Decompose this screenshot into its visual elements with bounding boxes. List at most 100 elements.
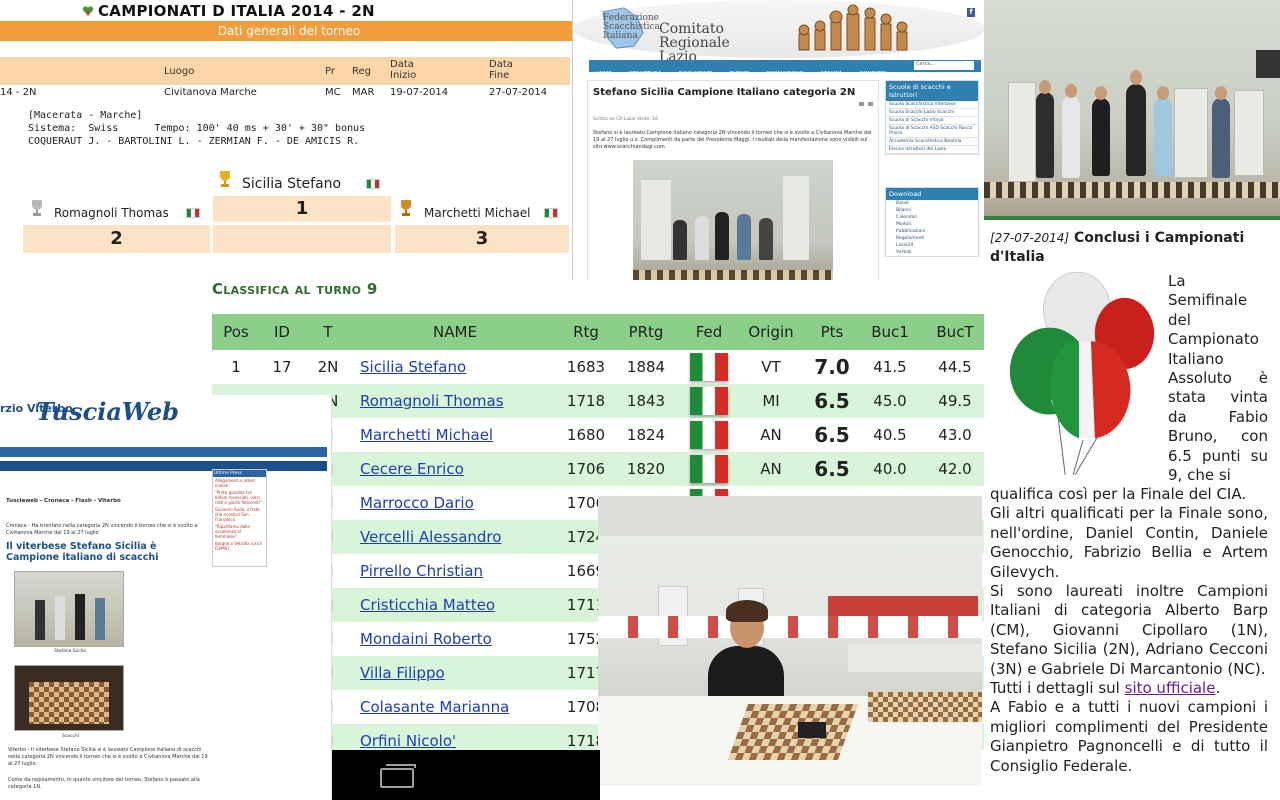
nav-link[interactable]: App (0, 472, 14, 478)
download-link[interactable]: Bandi (886, 200, 978, 207)
side-news-link[interactable]: Borgne a Vetralla (ora il FIAMS) (213, 540, 266, 552)
article-p5: A Fabio e a tutti i nuovi campioni i mig… (990, 698, 1268, 775)
award-photo (633, 160, 833, 298)
header-reg: Reg (352, 66, 371, 77)
col-origin[interactable]: Origin (740, 314, 802, 350)
lazio-article-body: Stefano si è laureato Campione Italiano … (593, 130, 872, 150)
cell-origin: AN (760, 426, 782, 444)
photo-person (1126, 84, 1146, 176)
fsi-logo-icon (82, 6, 94, 16)
nav-link[interactable]: Tusciaweb-tube (41, 472, 84, 478)
email-icon[interactable] (868, 102, 873, 106)
cell-fed (678, 350, 740, 384)
player-name-link[interactable]: Vercelli Alessandro (360, 528, 501, 546)
tuscia-text-1: Viterbo - Il viterbese Stefano Sicilia s… (8, 747, 208, 767)
player-name-link[interactable]: Romagnoli Thomas (360, 392, 504, 410)
cell-buc1: 40.5 (873, 426, 907, 444)
header-data-inizio: Data Inizio (390, 59, 417, 81)
nav-link[interactable]: SalaStampa (144, 472, 178, 478)
recent-apps-icon[interactable] (380, 764, 420, 790)
article-p4-pre: Tutti i dettagli sul (990, 679, 1125, 698)
article-title: [27-07-2014] Conclusi i Campionati d'Ita… (990, 229, 1280, 267)
col-pts[interactable]: Pts (802, 314, 862, 350)
photo-person (1092, 98, 1110, 176)
player-name-link[interactable]: Cecere Enrico (360, 460, 464, 478)
col-buc1[interactable]: Buc1 (862, 314, 918, 350)
facebook-icon[interactable]: f (967, 8, 975, 17)
cell-pos: 1 (231, 358, 241, 376)
download-link[interactable]: Moduli (886, 221, 978, 228)
photo-person-head (1065, 84, 1077, 98)
download-link[interactable]: Calendari (886, 214, 978, 221)
player-name-link[interactable]: Marrocco Dario (360, 494, 474, 512)
photo-person (1062, 96, 1080, 178)
photo-person-head (1130, 70, 1142, 85)
side-news-link[interactable]: Giovanni Auda, il frate che ricostruì Sa… (213, 506, 266, 523)
school-link[interactable]: Elenco Istruttori del Lazio (886, 146, 978, 154)
player-name-link[interactable]: Cristicchia Matteo (360, 596, 495, 614)
nav-documenti[interactable]: DOCUMENTI (673, 69, 719, 79)
col-id[interactable]: ID (260, 314, 304, 350)
nav-stampa[interactable]: STAMPA (815, 69, 849, 79)
col-fed[interactable]: Fed (678, 314, 740, 350)
col-pos[interactable]: Pos (212, 314, 260, 350)
player-name-link[interactable]: Villa Filippo (360, 664, 445, 682)
side-news-link[interactable]: "Ripartiamo dalle eccellenze al femminil… (213, 523, 266, 540)
col-t[interactable]: T (304, 314, 352, 350)
silver-trophy-icon (32, 200, 42, 216)
photo-person (1212, 98, 1230, 178)
lazio-search-input[interactable]: Cerca... (914, 61, 974, 70)
cell-origin: VT (761, 358, 781, 376)
col-buct[interactable]: BucT (918, 314, 984, 350)
print-icon[interactable] (859, 102, 864, 106)
tournament-subtitle: Dati generali del torneo (0, 21, 578, 41)
nav-eventi[interactable]: EVENTI (723, 69, 755, 79)
player-name-link[interactable]: Marchetti Michael (360, 426, 493, 444)
tournament-data-row: 14 - 2N Civitanova Marche MC MAR 19-07-2… (0, 87, 570, 101)
side-news-link[interactable]: "Prato giardino tra bidoni rovesciati, v… (213, 489, 266, 506)
cell-prtg: 1824 (626, 426, 666, 444)
tuscia-photo-chess[interactable] (14, 665, 124, 731)
school-link[interactable]: Scuola di Scacchi ASD Scacchi Rocca Prio… (886, 125, 978, 138)
school-link[interactable]: Scuola Scacchistica Viterbese (886, 101, 978, 109)
download-link[interactable]: Lazio14 (886, 242, 978, 249)
player-name-link[interactable]: Orfini Nicolo' (360, 732, 456, 750)
tournament-inizio: 19-07-2014 (390, 87, 449, 98)
nav-link[interactable]: TusciawebOld (178, 472, 216, 478)
article-p1: qualifica così per la Finale del CIA. (990, 485, 1247, 503)
download-link[interactable]: Regolamenti (886, 235, 978, 242)
download-link[interactable]: Pubblicazioni (886, 228, 978, 235)
download-link[interactable]: Verbali (886, 249, 978, 256)
school-link[interactable]: Scuola Scacchi Lazio Scacchi (886, 109, 978, 117)
article-p2: Gli altri qualificati per la Finale sono… (990, 504, 1268, 581)
nav-struttura[interactable]: STRUTTURA (623, 69, 668, 79)
cell-name: Mondaini Roberto (352, 622, 558, 656)
side-news-link[interactable]: Allagamenti e alberi crollati (213, 477, 266, 489)
col-rtg[interactable]: Rtg (558, 314, 614, 350)
player-name-link[interactable]: Colasante Marianna (360, 698, 509, 716)
tournament-pr: MC (325, 87, 341, 98)
player-name-link[interactable]: Sicilia Stefano (360, 358, 466, 376)
tuscia-photo-ceremony[interactable] (14, 571, 124, 647)
player-name-link[interactable]: Pirrello Christian (360, 562, 483, 580)
cell-origin: AN (740, 452, 802, 486)
nav-link[interactable]: Twitter (124, 472, 145, 478)
col-prtg[interactable]: PRtg (614, 314, 678, 350)
article-body: qualifica così per la Finale del CIA. Gl… (990, 485, 1268, 776)
cell-prtg: 1884 (626, 358, 666, 376)
nav-home[interactable]: HOME (589, 69, 618, 79)
italy-flag-icon (690, 455, 728, 483)
player-name-link[interactable]: Mondaini Roberto (360, 630, 492, 648)
lazio-sidebox-download: Download Bandi Bilanci Calendari Moduli … (885, 187, 979, 257)
school-link[interactable]: Accademia Scacchistica Beatina (886, 138, 978, 146)
nav-contatti[interactable]: CONTATTI (853, 69, 892, 79)
tuscia-logo: TusciaWeb (36, 397, 179, 426)
nav-link[interactable]: Facebook (14, 472, 42, 478)
nav-link[interactable]: MercatinoWeb (84, 472, 124, 478)
sidebox-schools-title: Scuole di scacchi e Istruttori (886, 81, 978, 101)
school-link[interactable]: Scuola di Scacchi Vitinia (886, 117, 978, 125)
download-link[interactable]: Bilanci (886, 207, 978, 214)
nav-formazione[interactable]: FORMAZIONE (760, 69, 809, 79)
col-name[interactable]: NAME (352, 314, 558, 350)
official-site-link[interactable]: sito ufficiale (1125, 679, 1216, 697)
